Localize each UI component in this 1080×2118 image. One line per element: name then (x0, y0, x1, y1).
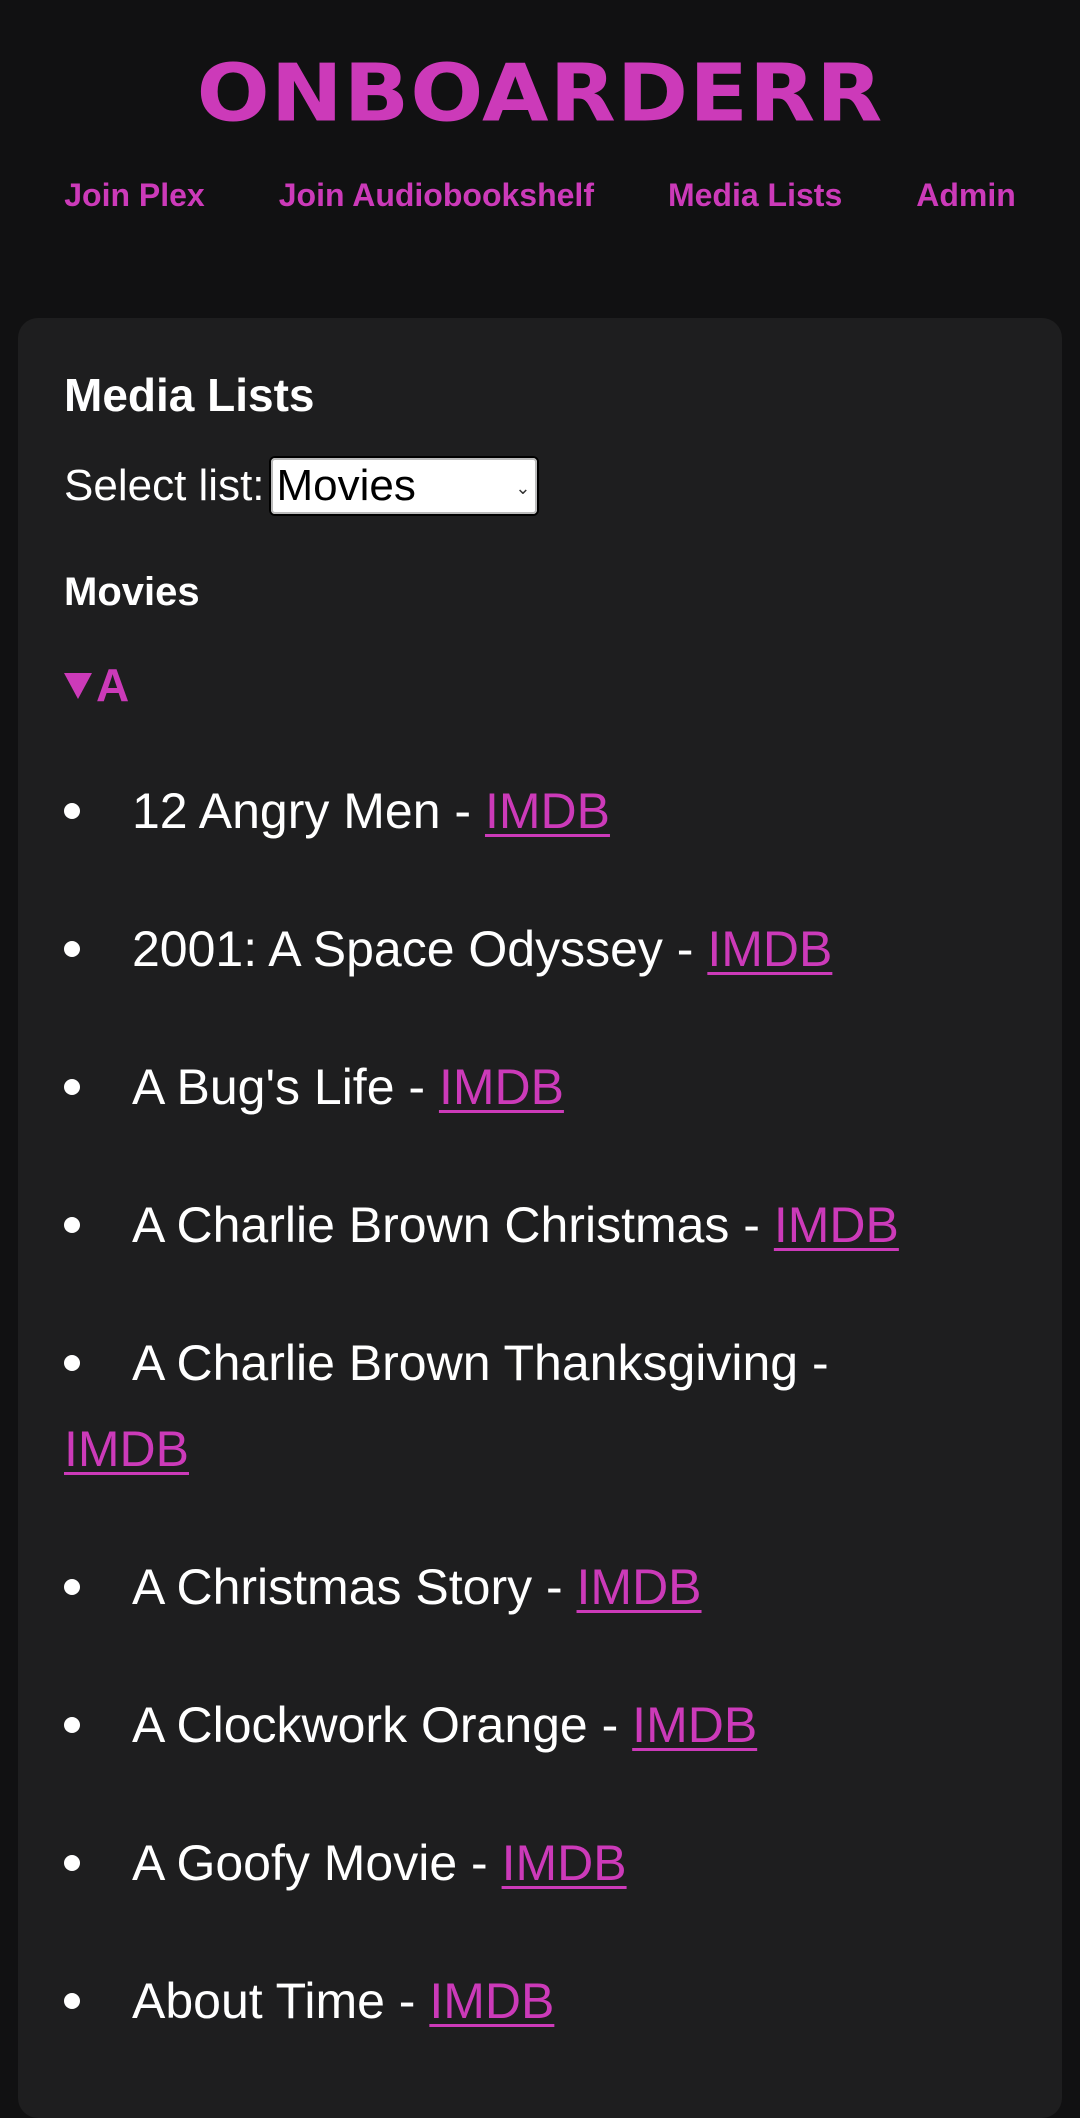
imdb-link[interactable]: IMDB (632, 1697, 757, 1753)
top-nav: Join Plex Join Audiobookshelf Media List… (0, 140, 1080, 250)
group-letter: A (96, 659, 130, 711)
imdb-link[interactable]: IMDB (577, 1559, 702, 1615)
list-select-value: Movies (276, 461, 416, 510)
list-item: A Clockwork Orange - IMDB (64, 1682, 964, 1768)
chevron-down-icon: ⌄ (515, 477, 531, 498)
movie-title: A Charlie Brown Thanksgiving - (132, 1335, 829, 1391)
page-title: Media Lists (64, 369, 315, 421)
app-logo[interactable]: ONBOARDERR (197, 54, 884, 133)
movie-list: 12 Angry Men - IMDB 2001: A Space Odysse… (64, 768, 1016, 2044)
imdb-link[interactable]: IMDB (439, 1059, 564, 1115)
movie-title: A Christmas Story - (132, 1559, 577, 1615)
disclosure-triangle-icon (64, 673, 92, 699)
list-select[interactable]: Movies ⌄ (268, 456, 539, 516)
imdb-link[interactable]: IMDB (429, 1973, 554, 2029)
imdb-link[interactable]: IMDB (774, 1197, 899, 1253)
group-toggle-a[interactable]: A (64, 662, 1016, 708)
list-item: A Charlie Brown Thanksgiving - IMDB (64, 1320, 964, 1492)
movie-title: A Bug's Life - (132, 1059, 439, 1115)
movie-title: About Time - (132, 1973, 430, 2029)
movie-title: A Charlie Brown Christmas - (132, 1197, 774, 1253)
imdb-link[interactable]: IMDB (485, 783, 610, 839)
nav-join-audiobookshelf[interactable]: Join Audiobookshelf (242, 177, 631, 214)
nav-media-lists[interactable]: Media Lists (631, 177, 879, 214)
imdb-link[interactable]: IMDB (707, 921, 832, 977)
nav-admin[interactable]: Admin (879, 177, 1053, 214)
list-selector-row: Select list: Movies ⌄ (64, 456, 1016, 516)
list-item: A Christmas Story - IMDB (64, 1544, 964, 1630)
imdb-link[interactable]: IMDB (64, 1421, 189, 1477)
imdb-link[interactable]: IMDB (502, 1835, 627, 1891)
list-item: A Goofy Movie - IMDB (64, 1820, 964, 1906)
list-item: About Time - IMDB (64, 1958, 964, 2044)
select-list-label: Select list: (64, 461, 265, 510)
list-heading: Movies (64, 570, 200, 614)
movie-title: A Goofy Movie - (132, 1835, 502, 1891)
movie-title: 2001: A Space Odyssey - (132, 921, 708, 977)
list-item: A Bug's Life - IMDB (64, 1044, 964, 1130)
list-item: A Charlie Brown Christmas - IMDB (64, 1182, 964, 1268)
nav-join-plex[interactable]: Join Plex (27, 177, 242, 214)
movie-title: 12 Angry Men - (132, 783, 485, 839)
media-lists-card: Media Lists Select list: Movies ⌄ Movies… (18, 318, 1062, 2118)
list-item: 2001: A Space Odyssey - IMDB (64, 906, 964, 992)
list-item: 12 Angry Men - IMDB (64, 768, 964, 854)
movie-title: A Clockwork Orange - (132, 1697, 633, 1753)
